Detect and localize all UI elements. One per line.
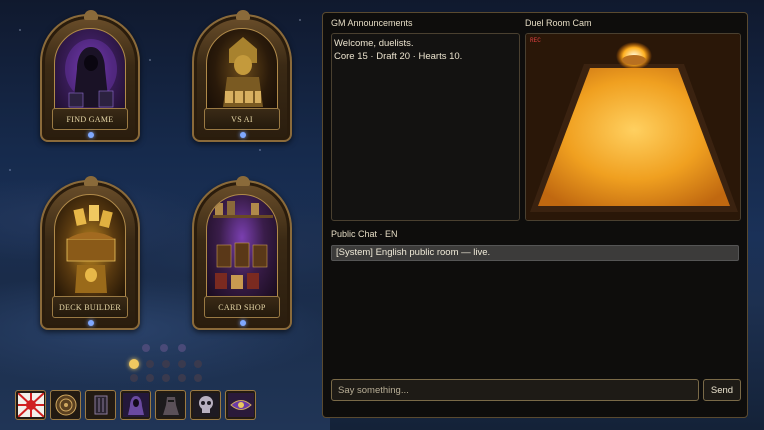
camera-title: Duel Room Cam (525, 18, 592, 28)
page-dot[interactable] (194, 360, 202, 368)
hooded-figure-icon[interactable] (120, 390, 151, 420)
tile-gem (88, 132, 94, 138)
send-button[interactable]: Send (703, 379, 741, 401)
tile-crest (84, 176, 98, 186)
page-dot[interactable] (178, 344, 186, 352)
skull-icon[interactable] (190, 390, 221, 420)
find-game-label: FIND GAME (66, 114, 114, 124)
mandala-icon[interactable] (50, 390, 81, 420)
page-dot[interactable] (178, 360, 186, 368)
find-game-tile[interactable]: FIND GAME (40, 10, 140, 142)
duel-room-camera-feed: REC (525, 33, 741, 221)
announcements-box: Welcome, duelists. Core 15 · Draft 20 · … (331, 33, 520, 221)
announcement-line: Welcome, duelists. (334, 38, 414, 49)
dark-knight-icon[interactable] (155, 390, 186, 420)
rising-sun-flag-icon[interactable] (15, 390, 46, 420)
page-dot[interactable] (146, 360, 154, 368)
chat-message: [System] English public room — live. (331, 245, 739, 261)
tile-label-plate: FIND GAME (52, 108, 128, 130)
tile-label-plate: CARD SHOP (204, 296, 280, 318)
chat-message-list: [System] English public room — live. (331, 245, 739, 375)
rec-indicator: REC (530, 37, 541, 44)
social-panel: GM Announcements Duel Room Cam Welcome, … (322, 12, 748, 418)
page-dot[interactable] (178, 374, 186, 382)
page-dot[interactable] (146, 374, 154, 382)
deck-builder-tile[interactable]: DECK BUILDER (40, 176, 140, 330)
chat-title: Public Chat · EN (331, 229, 398, 239)
vs-ai-tile[interactable]: VS AI (192, 10, 292, 142)
tile-gem (240, 132, 246, 138)
page-dot[interactable] (162, 360, 170, 368)
tile-crest (84, 10, 98, 20)
card-shop-tile[interactable]: CARD SHOP (192, 176, 292, 330)
shop-shelf-illustration (206, 194, 278, 302)
hooded-mage-illustration (54, 28, 126, 120)
page-dot[interactable] (160, 344, 168, 352)
camera-scene (526, 34, 740, 220)
eye-icon[interactable] (225, 390, 256, 420)
deck-builder-label: DECK BUILDER (58, 302, 122, 312)
card-shop-label: CARD SHOP (218, 302, 266, 312)
avatar-icon-bar (15, 390, 256, 420)
vs-ai-label: VS AI (231, 114, 253, 124)
tile-gem (240, 320, 246, 326)
page-dot[interactable] (142, 344, 150, 352)
page-indicator (129, 344, 202, 388)
tile-crest (236, 176, 250, 186)
tile-label-plate: VS AI (204, 108, 280, 130)
announcement-line: Core 15 · Draft 20 · Hearts 10. (334, 51, 463, 62)
chat-input[interactable] (331, 379, 699, 401)
tile-label-plate: DECK BUILDER (52, 296, 128, 318)
page-dot[interactable] (194, 374, 202, 382)
pillar-icon[interactable] (85, 390, 116, 420)
tile-gem (88, 320, 94, 326)
page-dot-active[interactable] (129, 359, 139, 369)
page-dot[interactable] (130, 374, 138, 382)
pharaoh-illustration (206, 28, 278, 120)
page-dot[interactable] (162, 374, 170, 382)
announcements-title: GM Announcements (331, 18, 413, 28)
treasure-chest-illustration (54, 194, 126, 302)
tile-crest (236, 10, 250, 20)
